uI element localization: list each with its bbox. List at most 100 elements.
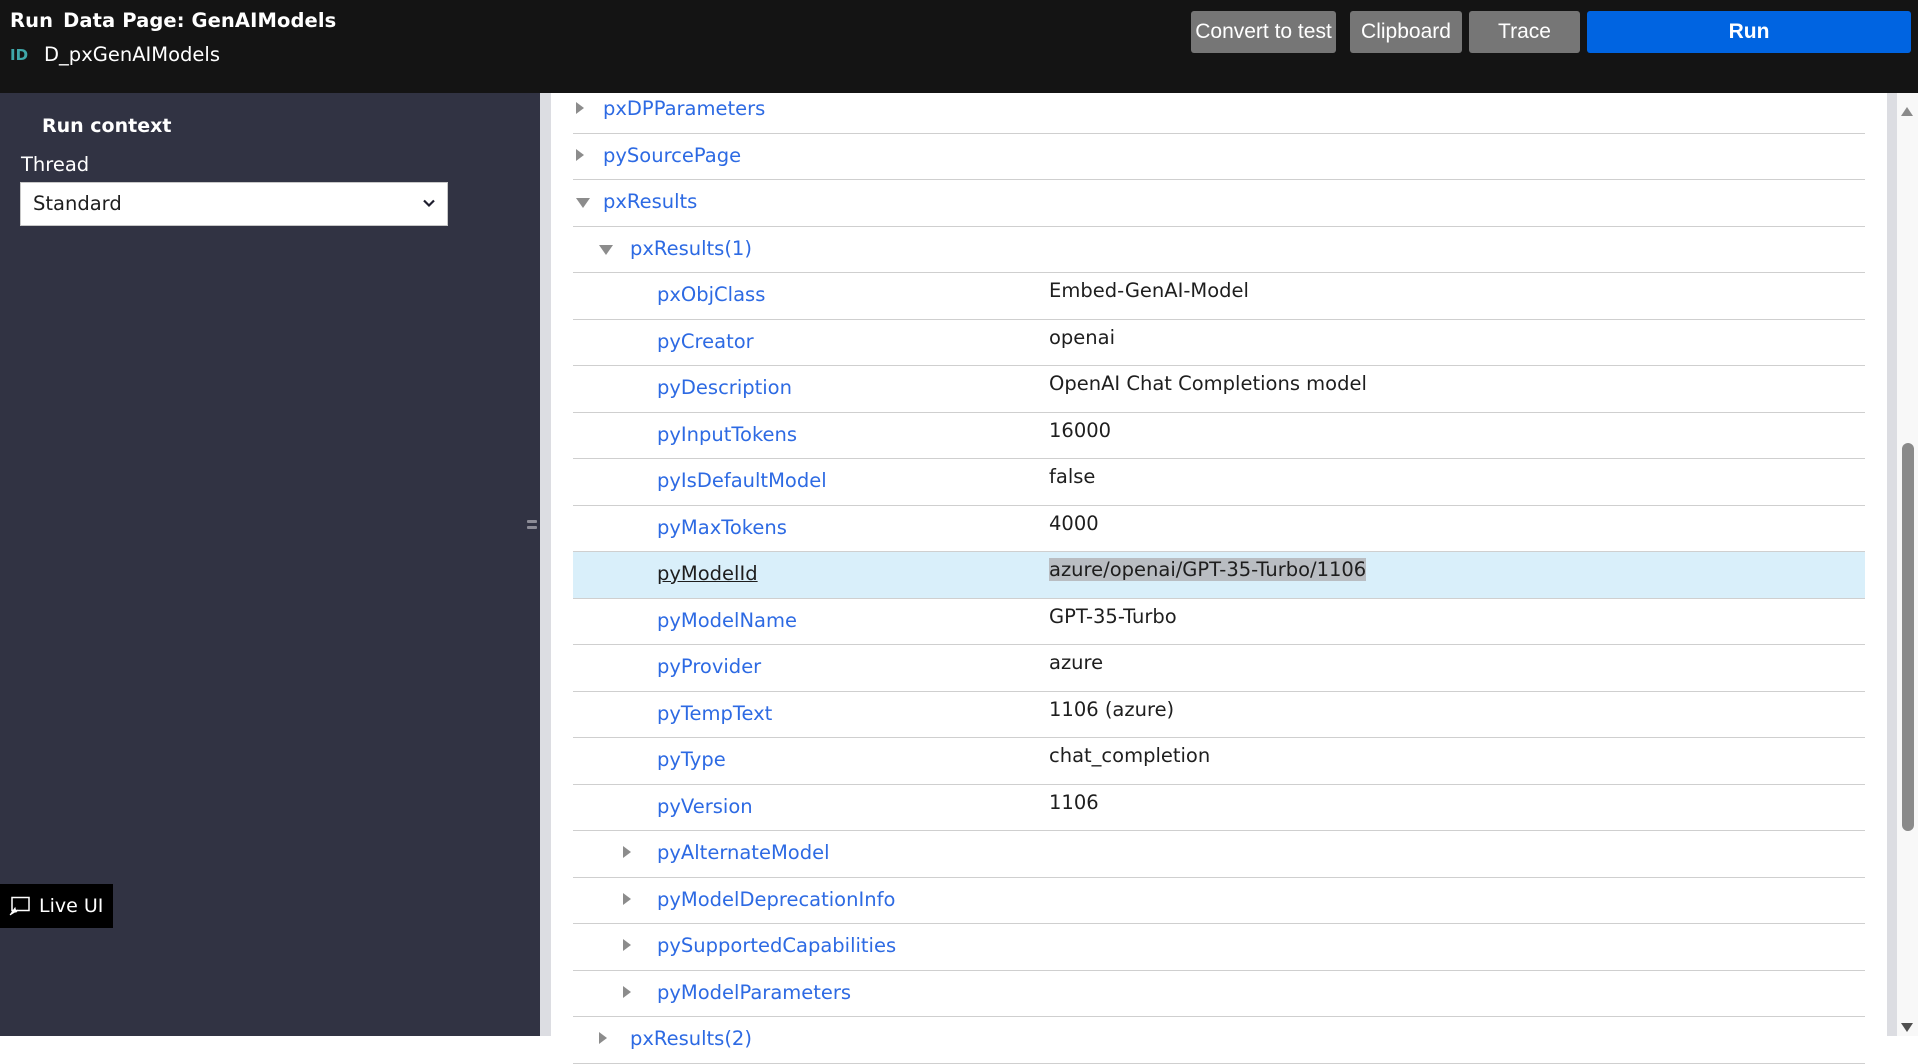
property-name-link[interactable]: pyModelParameters [657,981,851,1004]
live-ui-icon [9,896,30,916]
thread-select-value: Standard [33,192,122,215]
tree-row[interactable]: pySourcePage [573,134,1865,180]
caret-down-icon[interactable] [576,198,590,208]
run-label: Run [10,9,54,32]
property-value: 16000 [1049,419,1111,442]
property-name-link[interactable]: pyMaxTokens [657,516,787,539]
live-ui-label: Live UI [39,895,104,917]
scroll-up-icon[interactable] [1901,107,1913,116]
property-value: azure [1049,651,1103,674]
property-value: azure/openai/GPT-35-Turbo/1106 [1049,558,1367,581]
caret-right-icon[interactable] [623,892,631,905]
property-value: 1106 (azure) [1049,698,1174,721]
tree-row[interactable]: pyAlternateModel [573,831,1865,878]
property-value-text: 1106 (azure) [1049,697,1175,721]
property-name-link[interactable]: pyIsDefaultModel [657,469,827,492]
property-value-text: 1106 [1049,790,1099,814]
resize-handle-icon[interactable] [527,520,537,529]
property-value: Embed-GenAI-Model [1049,279,1249,302]
convert-to-test-button[interactable]: Convert to test [1191,11,1336,53]
tree-row[interactable]: pyCreator openai [573,320,1865,366]
property-name-link[interactable]: pxResults [603,190,697,213]
panel-divider [540,93,551,1036]
property-value-text: azure/openai/GPT-35-Turbo/1106 [1049,558,1367,581]
property-value-text: 16000 [1049,418,1112,442]
property-name-link[interactable]: pyDescription [657,376,792,399]
property-value-text: GPT-35-Turbo [1049,604,1177,628]
tree-row[interactable]: pyInputTokens 16000 [573,413,1865,459]
tree-row[interactable]: pyDescription OpenAI Chat Completions mod… [573,366,1865,413]
property-name-link[interactable]: pyModelName [657,609,797,632]
tree-row[interactable]: pyModelDeprecationInfo [573,878,1865,924]
property-name-link[interactable]: pyModelDeprecationInfo [657,888,895,911]
vertical-scrollbar[interactable] [1897,93,1918,1036]
caret-right-icon[interactable] [623,985,631,998]
caret-right-icon[interactable] [623,846,631,858]
data-page-title: Data Page: GenAIModels [63,9,337,32]
property-name-link[interactable]: pyInputTokens [657,423,797,446]
property-name-link[interactable]: pyModelId [657,562,758,585]
clipboard-button[interactable]: Clipboard [1350,11,1462,53]
property-name-link[interactable]: pySupportedCapabilities [657,934,896,957]
tree-row[interactable]: pyProvider azure [573,645,1865,692]
trace-button[interactable]: Trace [1469,11,1580,53]
tree-row[interactable]: pxResults(2) [573,1017,1865,1064]
property-value: GPT-35-Turbo [1049,605,1177,628]
caret-right-icon[interactable] [599,1032,607,1044]
tree-row[interactable]: pyModelName GPT-35-Turbo [573,599,1865,645]
panel-gutter [1887,93,1897,1036]
id-tag: ID [10,46,29,64]
thread-select[interactable]: Standard [20,182,448,226]
run-button[interactable]: Run [1587,11,1911,53]
property-name-link[interactable]: pyTempText [657,702,772,725]
property-name-link[interactable]: pyProvider [657,655,761,678]
tree-row[interactable]: pyType chat_completion [573,738,1865,785]
caret-right-icon[interactable] [576,148,584,161]
property-value: false [1049,465,1095,488]
tree-row[interactable]: pyModelParameters [573,971,1865,1017]
property-value-text: false [1049,465,1096,488]
scroll-down-icon[interactable] [1901,1023,1913,1032]
caret-down-icon[interactable] [599,244,613,255]
caret-right-icon[interactable] [623,939,631,951]
property-name-link[interactable]: pyAlternateModel [657,841,830,864]
property-value-text: Embed-GenAI-Model [1049,279,1249,302]
tree-row[interactable]: pyMaxTokens 4000 [573,506,1865,552]
tree-row[interactable]: pxDPParameters [573,87,1865,134]
top-header: Run Data Page: GenAIModels ID D_pxGenAIMod… [0,0,1918,93]
property-value: 1106 [1049,791,1099,814]
clipboard-tree: pxDPParameters pySourcePage pxResults pxRes… [573,87,1865,1064]
tree-row[interactable]: pxResults(1) [573,227,1865,273]
property-name-link[interactable]: pyCreator [657,330,754,353]
id-line: ID D_pxGenAIModels [10,42,220,66]
property-name-link[interactable]: pxResults(2) [630,1027,752,1050]
property-value: 4000 [1049,512,1099,535]
tree-row[interactable]: pyVersion 1106 [573,785,1865,831]
caret-right-icon[interactable] [576,102,584,114]
tree-row[interactable]: pxObjClass Embed-GenAI-Model [573,273,1865,320]
property-name-link[interactable]: pxObjClass [657,283,765,306]
tree-row[interactable]: pyIsDefaultModel false [573,459,1865,506]
property-name-link[interactable]: pxDPParameters [603,97,765,120]
run-context-title: Run context [42,115,172,137]
tree-row[interactable]: pyModelId azure/openai/GPT-35-Turbo/1106 [573,552,1865,599]
property-value-text: openai [1049,325,1116,349]
tree-row[interactable]: pySupportedCapabilities [573,924,1865,971]
property-name-link[interactable]: pySourcePage [603,144,741,167]
property-name-link[interactable]: pyType [657,748,726,771]
chevron-down-icon [423,199,435,208]
property-value: chat_completion [1049,744,1210,767]
property-value-text: 4000 [1049,511,1099,535]
property-name-link[interactable]: pyVersion [657,795,753,818]
thread-label: Thread [21,153,90,176]
property-value: OpenAI Chat Completions model [1049,372,1367,395]
property-value-text: chat_completion [1049,744,1211,767]
property-value: openai [1049,326,1115,349]
tree-row[interactable]: pxResults [573,180,1865,227]
live-ui-button[interactable]: Live UI [0,884,113,928]
scrollbar-thumb[interactable] [1902,443,1914,831]
property-name-link[interactable]: pxResults(1) [630,237,752,260]
property-value-text: OpenAI Chat Completions model [1049,372,1367,395]
tree-row[interactable]: pyTempText 1106 (azure) [573,692,1865,738]
id-value: D_pxGenAIModels [44,43,220,66]
